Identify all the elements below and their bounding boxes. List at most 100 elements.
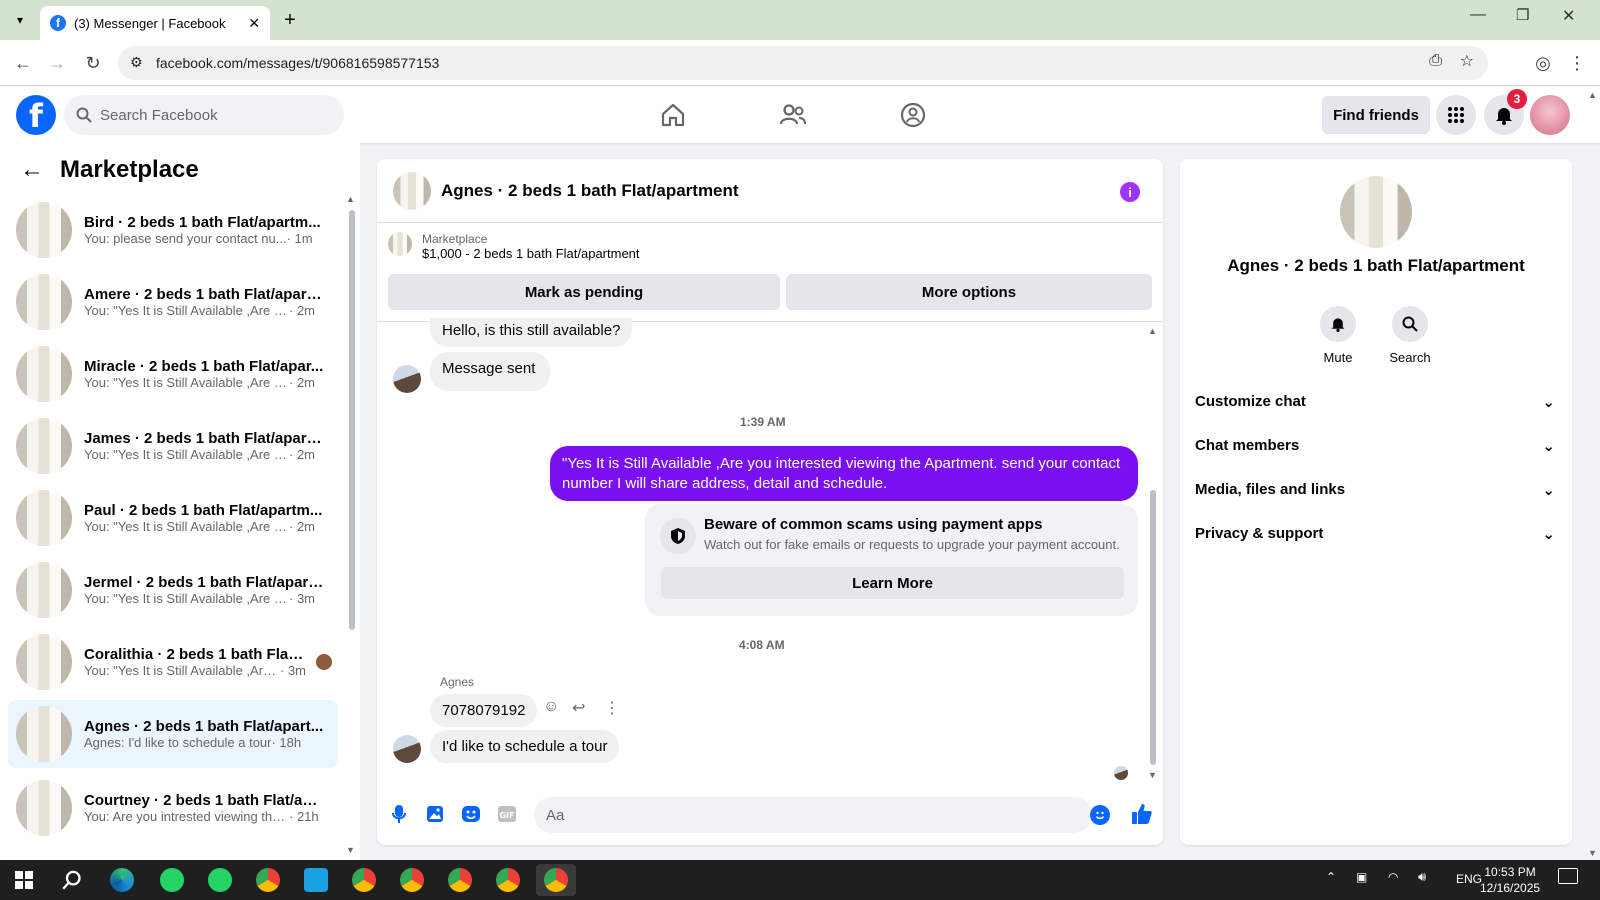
chrome-profile-active-icon[interactable]	[536, 864, 576, 896]
gif-icon[interactable]: GIF	[495, 802, 519, 826]
minimize-icon[interactable]: —	[1470, 6, 1486, 24]
back-icon[interactable]: ←	[8, 48, 38, 78]
privacy-support-row[interactable]: Privacy & support ⌄	[1195, 525, 1555, 543]
message-bubble-received[interactable]: Message sent	[430, 352, 551, 391]
restore-icon[interactable]: ❐	[1516, 6, 1529, 24]
message-bubble-received[interactable]: I'd like to schedule a tour	[430, 730, 620, 763]
chrome-profile-icon[interactable]	[392, 864, 432, 896]
page-scroll-up-icon[interactable]: ▲	[1588, 90, 1597, 100]
message-input[interactable]: Aa	[534, 797, 1092, 833]
friends-icon[interactable]	[776, 98, 810, 132]
notification-center-icon[interactable]	[1558, 868, 1578, 884]
sidebar-scroll-down-icon[interactable]: ▼	[346, 845, 355, 855]
chrome-menu-icon[interactable]: ⋮	[1562, 48, 1592, 78]
search-input[interactable]: Search Facebook	[64, 95, 344, 135]
chrome-icon[interactable]	[248, 864, 288, 896]
conversation-item[interactable]: James · 2 beds 1 bath Flat/apart... You: …	[8, 412, 338, 480]
taskbar-clock[interactable]: 10:53 PM 12/16/2025	[1480, 864, 1540, 896]
conversation-item[interactable]: Paul · 2 beds 1 bath Flat/apartm... You: …	[8, 484, 338, 552]
taskbar-search-icon[interactable]	[52, 864, 92, 896]
site-info-icon[interactable]: ⚙	[130, 54, 143, 71]
emoji-icon[interactable]	[1090, 805, 1110, 825]
windows-start-icon[interactable]	[4, 864, 44, 896]
facebook-logo-icon[interactable]: f	[16, 95, 56, 135]
sidebar-scrollbar[interactable]	[349, 210, 355, 630]
reply-icon[interactable]: ↩	[572, 698, 585, 718]
page-scroll-down-icon[interactable]: ▼	[1588, 848, 1597, 858]
conversation-item[interactable]: Miracle · 2 beds 1 bath Flat/apar... You:…	[8, 340, 338, 408]
close-window-icon[interactable]: ✕	[1562, 6, 1575, 26]
like-thumb-icon[interactable]	[1130, 802, 1154, 829]
more-actions-icon[interactable]: ⋮	[604, 698, 620, 718]
browser-tab[interactable]: f (3) Messenger | Facebook ✕	[40, 6, 270, 40]
react-emoji-icon[interactable]: ☺	[543, 698, 559, 716]
chevron-down-icon: ⌄	[1542, 526, 1555, 543]
mark-as-pending-button[interactable]: Mark as pending	[388, 274, 780, 310]
reload-icon[interactable]: ↻	[78, 48, 108, 78]
customize-chat-row[interactable]: Customize chat ⌄	[1195, 393, 1555, 411]
chrome-profile-icon[interactable]	[488, 864, 528, 896]
url-input[interactable]: ⚙ facebook.com/messages/t/90681659857715…	[118, 46, 1488, 80]
message-bubble-sent[interactable]: "Yes It is Still Available ,Are you inte…	[550, 446, 1138, 501]
bookmark-star-icon[interactable]: ☆	[1460, 51, 1474, 71]
message-bubble-received[interactable]: Hello, is this still available?	[430, 318, 633, 347]
chat-scrollbar[interactable]	[1150, 490, 1156, 765]
photo-icon[interactable]	[423, 802, 447, 826]
tab-search-chevron-icon[interactable]: ▾	[10, 10, 30, 30]
sender-avatar[interactable]	[393, 365, 421, 393]
listing-thumbnail	[16, 706, 72, 762]
menu-grid-icon[interactable]	[1436, 95, 1476, 135]
close-tab-icon[interactable]: ✕	[248, 15, 260, 32]
back-arrow-icon[interactable]: ←	[20, 156, 44, 184]
profile-avatar[interactable]	[1530, 95, 1570, 135]
chat-scroll-down-icon[interactable]: ▼	[1148, 770, 1157, 780]
listing-strip[interactable]: Marketplace $1,000 - 2 beds 1 bath Flat/…	[388, 232, 640, 261]
chrome-profile-icon[interactable]	[440, 864, 480, 896]
search-chat-button[interactable]: Search	[1370, 306, 1450, 365]
tray-overflow-icon[interactable]: ⌃	[1326, 870, 1336, 884]
conversation-time: · 2m	[289, 375, 315, 390]
conversation-item[interactable]: Coralithia · 2 beds 1 bath Flat/... You: …	[8, 628, 338, 696]
media-files-links-row[interactable]: Media, files and links ⌄	[1195, 481, 1555, 499]
snipping-tool-icon[interactable]	[296, 864, 336, 896]
svg-text:GIF: GIF	[499, 811, 514, 820]
more-options-button[interactable]: More options	[786, 274, 1152, 310]
language-indicator[interactable]: ENG	[1456, 872, 1482, 886]
info-icon[interactable]: i	[1120, 182, 1140, 202]
conversation-item[interactable]: Jermel · 2 beds 1 bath Flat/apart... You:…	[8, 556, 338, 624]
message-bubble-received[interactable]: 7078079192	[430, 694, 538, 727]
meet-now-icon[interactable]: ▣	[1356, 870, 1367, 884]
conversation-name: Agnes · 2 beds 1 bath Flat/apart...	[84, 718, 324, 735]
edge-icon[interactable]	[102, 864, 142, 896]
find-friends-button[interactable]: Find friends	[1322, 96, 1430, 134]
conversation-item-selected[interactable]: Agnes · 2 beds 1 bath Flat/apart... Agnes…	[8, 700, 338, 768]
sender-avatar[interactable]	[393, 735, 421, 763]
whatsapp-icon[interactable]	[152, 864, 192, 896]
microphone-icon[interactable]	[387, 802, 411, 826]
chat-listing-thumbnail[interactable]	[393, 171, 431, 210]
mute-button[interactable]: Mute	[1298, 306, 1378, 365]
learn-more-button[interactable]: Learn More	[661, 567, 1124, 599]
forward-icon[interactable]: →	[42, 48, 72, 78]
listing-large-thumbnail[interactable]	[1340, 176, 1412, 248]
groups-icon[interactable]	[896, 98, 930, 132]
volume-icon[interactable]: 🔊︎	[1418, 869, 1426, 885]
chat-scroll-up-icon[interactable]: ▲	[1148, 326, 1157, 336]
shield-icon	[660, 518, 696, 554]
conversation-item[interactable]: Courtney · 2 beds 1 bath Flat/ap... You: …	[8, 772, 338, 844]
profile-icon[interactable]: ◎	[1528, 48, 1558, 78]
sticker-icon[interactable]	[459, 802, 483, 826]
new-tab-icon[interactable]: +	[278, 8, 302, 32]
whatsapp-icon[interactable]	[200, 864, 240, 896]
chat-title[interactable]: Agnes · 2 beds 1 bath Flat/apartment	[441, 181, 739, 201]
conversation-item[interactable]: Amere · 2 beds 1 bath Flat/apart... You: …	[8, 268, 338, 336]
home-icon[interactable]	[656, 98, 690, 132]
sidebar-scroll-up-icon[interactable]: ▲	[346, 194, 355, 204]
conversation-time: · 18h	[271, 735, 302, 750]
chat-members-row[interactable]: Chat members ⌄	[1195, 437, 1555, 455]
wifi-icon[interactable]: ◠	[1388, 870, 1398, 884]
section-label: Media, files and links	[1195, 481, 1346, 498]
install-app-icon[interactable]: ⎙	[1429, 52, 1442, 70]
chrome-profile-icon[interactable]	[344, 864, 384, 896]
conversation-item[interactable]: Bird · 2 beds 1 bath Flat/apartm... You: …	[8, 196, 338, 264]
